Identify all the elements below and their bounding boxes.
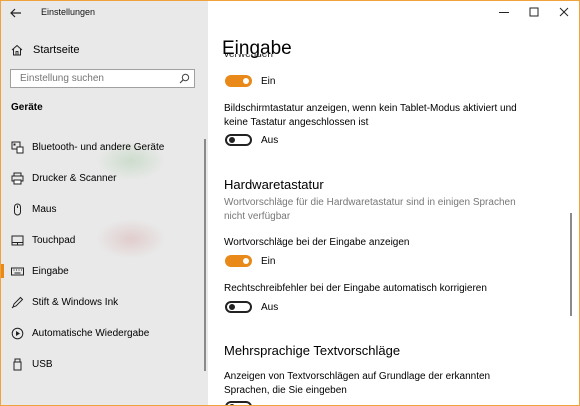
- content-scrollbar[interactable]: [570, 213, 572, 316]
- sidebar-scrollbar[interactable]: [204, 139, 206, 371]
- toggle-state: Ein: [261, 76, 276, 87]
- toggle-knob: [229, 304, 235, 310]
- home-link[interactable]: Startseite: [11, 42, 79, 58]
- toggle-knob: [243, 78, 249, 84]
- sidebar: Einstellungen Startseite Geräte Bluetoot…: [1, 1, 208, 405]
- toggle-switch[interactable]: [225, 75, 252, 87]
- selection-indicator: [1, 264, 4, 278]
- title-bar: Einstellungen: [1, 1, 208, 25]
- app-title: Einstellungen: [41, 7, 96, 17]
- sidebar-item-label: Maus: [32, 203, 57, 215]
- keyboard-icon: [11, 265, 24, 278]
- toggle-switch[interactable]: [225, 134, 252, 146]
- toggle-state: Ein: [261, 256, 276, 267]
- sidebar-item-label: Eingabe: [32, 265, 69, 277]
- sidebar-item-label: Touchpad: [32, 234, 76, 246]
- search-box[interactable]: [10, 69, 195, 88]
- minimize-button[interactable]: [489, 1, 519, 23]
- sidebar-item-touchpad[interactable]: Touchpad: [1, 228, 201, 252]
- section-heading-multilingual: Mehrsprachige Textvorschläge: [224, 343, 401, 358]
- settings-window: Einstellungen Startseite Geräte Bluetoot…: [0, 0, 580, 406]
- section-heading-hardware: Hardwaretastatur: [224, 177, 324, 192]
- touchpad-icon: [11, 234, 24, 247]
- setting-label: Rechtschreibfehler bei der Eingabe autom…: [224, 283, 487, 294]
- setting-label: Wortvorschläge bei der Eingabe anzeigen: [224, 237, 410, 248]
- autoplay-icon: [11, 327, 24, 340]
- window-controls: [489, 1, 579, 25]
- sidebar-item-eingabe[interactable]: Eingabe: [1, 259, 201, 283]
- sidebar-item-bluetooth[interactable]: Bluetooth- und andere Geräte: [1, 135, 201, 159]
- usb-icon: [11, 358, 24, 371]
- bluetooth-devices-icon: [11, 141, 24, 154]
- minimize-icon: [499, 12, 509, 13]
- toggle-knob: [229, 137, 235, 143]
- sidebar-item-label: Stift & Windows Ink: [32, 296, 119, 308]
- sidebar-item-mouse[interactable]: Maus: [1, 197, 201, 221]
- maximize-button[interactable]: [519, 1, 549, 23]
- sidebar-item-pen[interactable]: Stift & Windows Ink: [1, 290, 201, 314]
- search-icon[interactable]: [179, 73, 190, 84]
- sidebar-item-label: USB: [32, 358, 53, 370]
- printer-icon: [11, 172, 24, 185]
- main-content: Eingabe verwenden Ein Bildschirmtastatur…: [208, 1, 579, 405]
- toggle-state: Aus: [261, 135, 279, 146]
- close-button[interactable]: [549, 1, 579, 23]
- sidebar-item-autoplay[interactable]: Automatische Wiedergabe: [1, 321, 201, 345]
- back-button[interactable]: [7, 4, 25, 22]
- toggle-switch[interactable]: [225, 301, 252, 313]
- section-title: Geräte: [11, 102, 43, 113]
- setting-label: Bildschirmtastatur anzeigen, wenn kein T…: [224, 103, 517, 128]
- search-input[interactable]: [11, 70, 180, 87]
- sidebar-item-printer[interactable]: Drucker & Scanner: [1, 166, 201, 190]
- sidebar-item-label: Drucker & Scanner: [32, 172, 117, 184]
- toggle-switch[interactable]: [225, 255, 252, 267]
- back-arrow-icon: [10, 8, 21, 18]
- toggle-state: Aus: [261, 302, 279, 313]
- toggle-switch[interactable]: [225, 401, 252, 405]
- maximize-icon: [529, 7, 539, 17]
- setting-label-clipped: verwenden: [224, 54, 273, 60]
- home-icon: [11, 44, 23, 56]
- toggle-knob: [243, 258, 249, 264]
- close-icon: [559, 7, 569, 17]
- home-label: Startseite: [33, 44, 80, 56]
- sidebar-item-label: Automatische Wiedergabe: [32, 327, 150, 339]
- pen-icon: [11, 296, 24, 309]
- setting-label: Anzeigen von Textvorschlägen auf Grundla…: [224, 371, 491, 396]
- sidebar-item-label: Bluetooth- und andere Geräte: [32, 141, 165, 153]
- sidebar-item-usb[interactable]: USB: [1, 352, 201, 376]
- mouse-icon: [11, 203, 24, 216]
- section-note: Wortvorschläge für die Hardwaretastatur …: [224, 197, 516, 222]
